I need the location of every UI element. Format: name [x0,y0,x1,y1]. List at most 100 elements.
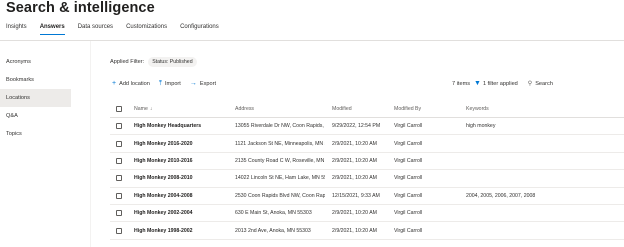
row-keywords [466,153,624,169]
row-modified-by: Virgil Carroll [394,140,423,147]
row-checkbox[interactable] [116,157,122,164]
row-select-cell[interactable] [116,205,124,221]
command-bar: + Add location ⤒ Import → Export [112,80,225,87]
row-modified: 2/9/2021, 10:20 AM [332,227,377,234]
plus-icon: + [112,80,117,87]
sidebar-item-acronyms[interactable]: Acronyms [0,53,71,71]
tab-configurations[interactable]: Configurations [180,24,219,35]
row-keywords [466,170,624,186]
row-name[interactable]: High Monkey 1998-2002 [134,222,230,238]
row-select-cell[interactable] [116,222,124,238]
row-address: 14022 Lincoln St NE, Ham Lake, MN 55... [235,175,325,182]
table-row[interactable]: High Monkey 2016-2020 1121 Jackson St NE… [110,135,624,153]
row-select-cell[interactable] [116,118,124,134]
column-header-name[interactable]: Name ↓ [134,101,230,117]
column-name-label: Name [134,106,148,112]
sort-arrow-icon: ↓ [149,106,153,112]
row-keywords [466,205,624,221]
row-name[interactable]: High Monkey 2008-2010 [134,170,230,186]
row-keywords: 2004, 2005, 2006, 2007, 2008 [466,192,536,199]
row-modified: 2/9/2021, 10:20 AM [332,140,377,147]
row-name[interactable]: High Monkey 2002-2004 [134,205,230,221]
table-row[interactable]: High Monkey 2010-2016 2135 County Road C… [110,153,624,171]
column-header-keywords[interactable]: Keywords [466,101,624,117]
row-name[interactable]: High Monkey 2004-2008 [134,188,230,204]
row-name[interactable]: High Monkey 2016-2020 [134,135,230,151]
items-count: 7 items [452,80,471,87]
row-modified-by: Virgil Carroll [394,227,423,234]
table-row[interactable]: High Monkey Headquarters 13055 Riverdale… [110,118,624,136]
tab-customizations[interactable]: Customizations [126,24,167,35]
row-name[interactable]: High Monkey Headquarters [134,118,230,134]
table-row[interactable]: High Monkey 2002-2004 630 E Main St, Ano… [110,205,624,223]
funnel-icon: ▼ [474,80,481,87]
table-row[interactable]: High Monkey 2004-2008 2530 Coon Rapids B… [110,188,624,205]
row-select-cell[interactable] [116,153,124,169]
row-keywords [466,222,624,238]
applied-filter-label: Applied Filter: [110,59,145,65]
row-address: 2530 Coon Rapids Blvd NW, Coon Rapi... [235,192,325,199]
row-checkbox[interactable] [116,192,122,199]
status-filter-chip[interactable]: Status: Published [148,57,197,67]
filter-applied-button[interactable]: ▼ 1 filter applied [474,80,518,87]
row-checkbox[interactable] [116,210,122,217]
arrow-right-icon: → [189,80,197,87]
row-select-cell[interactable] [116,170,124,186]
row-modified: 2/9/2021, 10:20 AM [332,175,377,182]
row-modified: 12/15/2021, 9:33 AM [332,192,380,199]
row-address: 13055 Riverdale Dr NW, Coon Rapids, ... [235,123,325,130]
row-modified: 2/9/2021, 10:20 AM [332,210,377,217]
sidebar-item-bookmarks[interactable]: Bookmarks [0,71,71,89]
row-checkbox[interactable] [116,140,122,147]
row-address: 1121 Jackson St NE, Minneapolis, MN 5... [235,140,325,147]
add-location-button[interactable]: + Add location [112,80,150,87]
page-title: Search & intelligence [6,0,155,16]
search-icon: ⚲ [527,81,533,87]
select-all-checkbox[interactable] [116,106,122,112]
command-bar-right: 7 items ▼ 1 filter applied ⚲ Search [452,80,553,87]
sidebar-item-locations[interactable]: Locations [0,89,71,107]
sidebar-divider [90,41,91,247]
row-modified: 2/9/2021, 10:20 AM [332,157,377,164]
tab-data-sources[interactable]: Data sources [78,24,113,35]
row-name[interactable]: High Monkey 2010-2016 [134,153,230,169]
row-address: 2013 2nd Ave, Anoka, MN 55303 [235,227,311,234]
export-label: Export [199,80,217,87]
row-checkbox[interactable] [116,175,122,182]
import-label: Import [165,80,181,87]
tab-answers[interactable]: Answers [39,24,65,35]
row-keywords [466,135,624,151]
select-all-cell[interactable] [116,101,124,117]
search-placeholder: Search [535,80,553,87]
locations-table: Name ↓ Address Modified Modified By Keywo… [110,101,624,240]
search-box[interactable]: ⚲ Search [527,80,553,88]
row-address: 2135 County Road C W, Roseville, MN 5... [235,157,325,164]
sidebar-item-topics[interactable]: Topics [0,125,71,143]
row-select-cell[interactable] [116,135,124,151]
row-modified-by: Virgil Carroll [394,192,423,199]
column-header-modified-by[interactable]: Modified By [394,101,460,117]
upload-icon: ⤒ [158,80,162,87]
filter-applied-label: 1 filter applied [482,80,518,87]
table-row[interactable]: High Monkey 2008-2010 14022 Lincoln St N… [110,170,624,188]
tabs-divider [0,40,624,41]
row-modified: 9/29/2022, 12:54 PM [332,123,381,130]
import-button[interactable]: ⤒ Import [159,80,181,87]
applied-filter-row: Applied Filter: Status: Published [110,57,197,67]
row-modified-by: Virgil Carroll [394,175,423,182]
row-select-cell[interactable] [116,188,124,204]
row-checkbox[interactable] [116,227,122,234]
table-header-row: Name ↓ Address Modified Modified By Keywo… [110,101,624,118]
tab-insights[interactable]: Insights [6,24,27,35]
answers-sidebar: Acronyms Bookmarks Locations Q&A Topics [0,53,71,143]
column-header-address[interactable]: Address [235,101,325,117]
row-checkbox[interactable] [116,123,122,130]
column-header-modified[interactable]: Modified [332,101,390,117]
tab-bar: Insights Answers Data sources Customizat… [6,24,232,35]
row-modified-by: Virgil Carroll [394,123,423,130]
row-keywords: high monkey [466,123,496,130]
export-button[interactable]: → Export [190,80,216,87]
table-row[interactable]: High Monkey 1998-2002 2013 2nd Ave, Anok… [110,222,624,240]
add-location-label: Add location [119,80,150,87]
sidebar-item-qa[interactable]: Q&A [0,107,71,125]
